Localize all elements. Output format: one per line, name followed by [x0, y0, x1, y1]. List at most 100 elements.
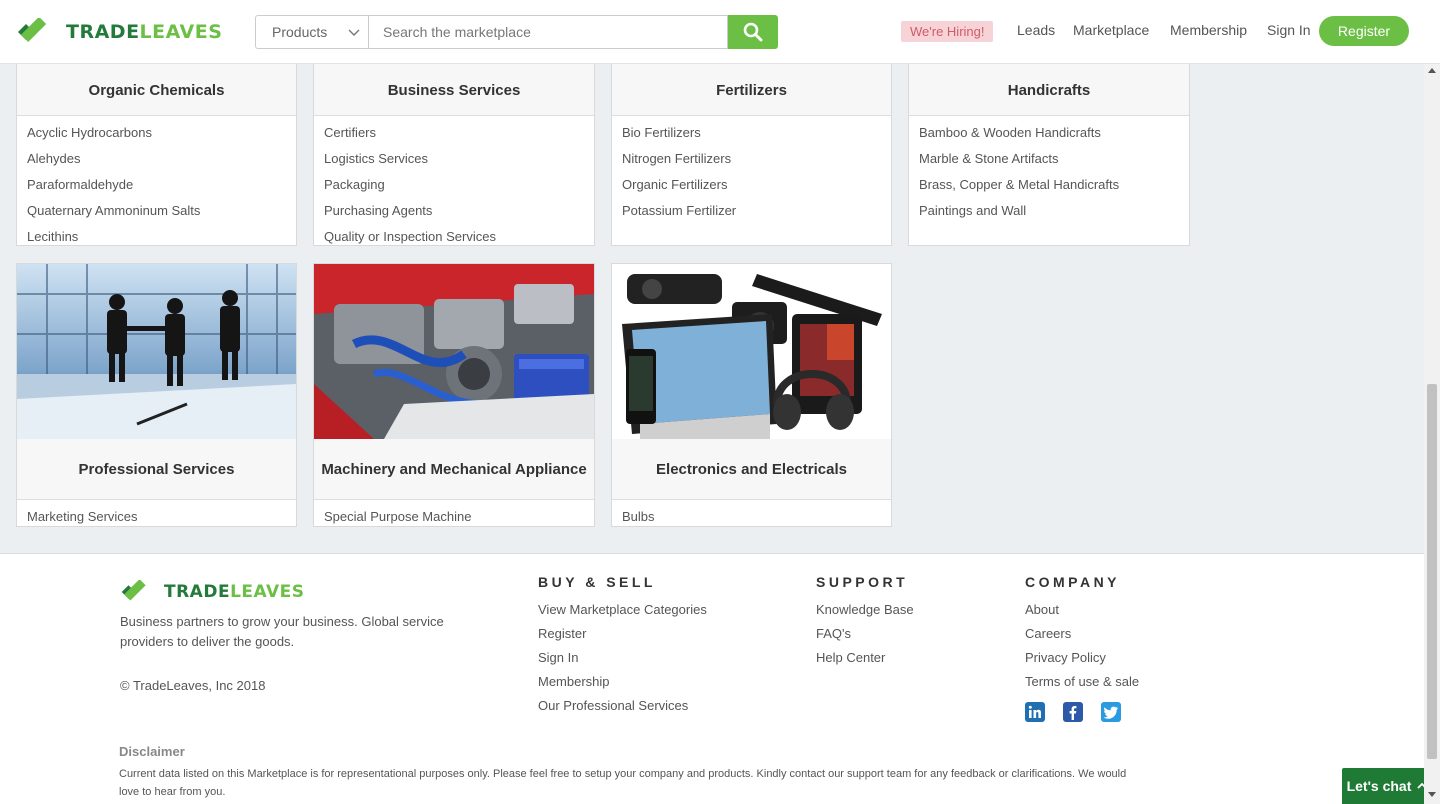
category-title[interactable]: Fertilizers	[612, 55, 891, 116]
footer-link[interactable]: Our Professional Services	[538, 698, 688, 713]
footer-tagline: Business partners to grow your business.…	[120, 614, 444, 649]
buy-sell-heading: BUY & SELL	[538, 574, 656, 590]
brand-part2: LEAVES	[139, 21, 223, 43]
footer-link[interactable]: Help Center	[816, 650, 885, 665]
disclaimer-text: Current data listed on this Marketplace …	[119, 768, 1127, 798]
nav-leads[interactable]: Leads	[1017, 22, 1055, 38]
company-heading: COMPANY	[1025, 574, 1121, 590]
disclaimer-title: Disclaimer	[119, 744, 185, 759]
footer-link[interactable]: Terms of use & sale	[1025, 674, 1139, 689]
business-people-handshake-image	[17, 264, 296, 439]
list-item[interactable]: Nitrogen Fertilizers	[622, 146, 881, 172]
category-title[interactable]: Professional Services	[17, 439, 296, 500]
list-item[interactable]: Paraformaldehyde	[27, 172, 286, 198]
category-list: Acyclic Hydrocarbons Alehydes Paraformal…	[17, 116, 296, 250]
footer-link[interactable]: About	[1025, 602, 1059, 617]
brand-logo[interactable]: TRADELEAVES	[16, 17, 222, 47]
search-category-select[interactable]: Products	[255, 15, 368, 49]
linkedin-icon[interactable]	[1025, 702, 1045, 722]
list-item[interactable]: Potassium Fertilizer	[622, 198, 881, 224]
register-button[interactable]: Register	[1319, 16, 1409, 46]
footer-link[interactable]: Careers	[1025, 626, 1071, 641]
page-scrollbar[interactable]	[1424, 64, 1440, 804]
support-heading: SUPPORT	[816, 574, 909, 590]
category-card-electronics: Electronics and Electricals Bulbs	[611, 263, 892, 527]
category-title[interactable]: Machinery and Mechanical Appliance	[314, 439, 594, 500]
hiring-badge[interactable]: We're Hiring!	[901, 21, 994, 42]
list-item[interactable]: Paintings and Wall	[919, 198, 1179, 224]
list-item[interactable]: Marketing Services	[27, 504, 286, 530]
nav-membership[interactable]: Membership	[1170, 22, 1247, 38]
list-item[interactable]: Purchasing Agents	[324, 198, 584, 224]
footer-link[interactable]: Register	[538, 626, 586, 641]
search-icon	[743, 22, 763, 42]
category-list: Bamboo & Wooden Handicrafts Marble & Sto…	[909, 116, 1189, 224]
electronic-devices-image	[612, 264, 891, 439]
list-item[interactable]: Brass, Copper & Metal Handicrafts	[919, 172, 1179, 198]
search-category-value: Products	[272, 24, 328, 40]
list-item[interactable]: Marble & Stone Artifacts	[919, 146, 1179, 172]
category-card-business-services: Business Services Certifiers Logistics S…	[313, 54, 595, 246]
footer-brand-logo[interactable]: TRADELEAVES	[120, 580, 305, 604]
list-item[interactable]: Quaternary Ammoninum Salts	[27, 198, 286, 224]
search-input[interactable]: Search the marketplace	[368, 15, 728, 49]
category-image[interactable]	[612, 264, 891, 439]
footer-link[interactable]: FAQ's	[816, 626, 851, 641]
list-item[interactable]: Special Purpose Machine	[324, 504, 584, 530]
list-item[interactable]: Quality or Inspection Services	[324, 224, 584, 250]
nav-sign-in[interactable]: Sign In	[1267, 22, 1311, 38]
leaf-logo-icon	[18, 18, 47, 43]
category-list: Certifiers Logistics Services Packaging …	[314, 116, 594, 250]
copyright: © TradeLeaves, Inc 2018	[120, 678, 266, 693]
category-image[interactable]	[314, 264, 594, 439]
footer-link[interactable]: Sign In	[538, 650, 578, 665]
top-header: TRADELEAVES Products Search the marketpl…	[0, 0, 1440, 64]
list-item[interactable]: Organic Fertilizers	[622, 172, 881, 198]
list-item[interactable]: Bulbs	[622, 504, 881, 530]
search-bar: Products Search the marketplace	[255, 15, 778, 49]
search-button[interactable]	[728, 15, 778, 49]
footer-link[interactable]: Knowledge Base	[816, 602, 914, 617]
category-title[interactable]: Organic Chemicals	[17, 55, 296, 116]
list-item[interactable]: Certifiers	[324, 120, 584, 146]
list-item[interactable]: Logistics Services	[324, 146, 584, 172]
list-item[interactable]: Lecithins	[27, 224, 286, 250]
category-card-machinery: Machinery and Mechanical Appliance Speci…	[313, 263, 595, 527]
scroll-down-arrow[interactable]	[1428, 792, 1436, 797]
category-list: Bio Fertilizers Nitrogen Fertilizers Org…	[612, 116, 891, 224]
category-title[interactable]: Electronics and Electricals	[612, 439, 891, 500]
leaf-logo-icon	[121, 580, 146, 601]
twitter-icon[interactable]	[1101, 702, 1121, 722]
chevron-down-icon	[348, 29, 360, 36]
brand-part2: LEAVES	[230, 582, 305, 602]
category-card-fertilizers: Fertilizers Bio Fertilizers Nitrogen Fer…	[611, 54, 892, 246]
list-item[interactable]: Packaging	[324, 172, 584, 198]
facebook-icon[interactable]	[1063, 702, 1083, 722]
brand-part1: TRADE	[66, 21, 140, 43]
footer-link[interactable]: Privacy Policy	[1025, 650, 1106, 665]
footer-link[interactable]: View Marketplace Categories	[538, 602, 707, 617]
site-footer: TRADELEAVES Business partners to grow yo…	[0, 554, 1424, 804]
list-item[interactable]: Alehydes	[27, 146, 286, 172]
nav-marketplace[interactable]: Marketplace	[1073, 22, 1149, 38]
category-image[interactable]	[17, 264, 296, 439]
chat-button[interactable]: Let's chat	[1342, 768, 1433, 804]
brand-part1: TRADE	[164, 582, 231, 602]
list-item[interactable]: Acyclic Hydrocarbons	[27, 120, 286, 146]
category-card-handicrafts: Handicrafts Bamboo & Wooden Handicrafts …	[908, 54, 1190, 246]
category-title[interactable]: Handicrafts	[909, 55, 1189, 116]
list-item[interactable]: Bamboo & Wooden Handicrafts	[919, 120, 1179, 146]
category-list: Special Purpose Machine	[314, 500, 594, 530]
footer-link[interactable]: Membership	[538, 674, 610, 689]
scroll-up-arrow[interactable]	[1428, 68, 1436, 73]
category-list: Marketing Services	[17, 500, 296, 530]
category-list: Bulbs	[612, 500, 891, 530]
car-engine-image	[314, 264, 594, 439]
scroll-thumb[interactable]	[1427, 384, 1437, 759]
list-item[interactable]: Bio Fertilizers	[622, 120, 881, 146]
category-card-organic-chemicals: Organic Chemicals Acyclic Hydrocarbons A…	[16, 54, 297, 246]
search-placeholder: Search the marketplace	[383, 24, 531, 40]
chat-label: Let's chat	[1346, 778, 1412, 794]
category-grid: Organic Chemicals Acyclic Hydrocarbons A…	[0, 54, 1424, 554]
category-title[interactable]: Business Services	[314, 55, 594, 116]
